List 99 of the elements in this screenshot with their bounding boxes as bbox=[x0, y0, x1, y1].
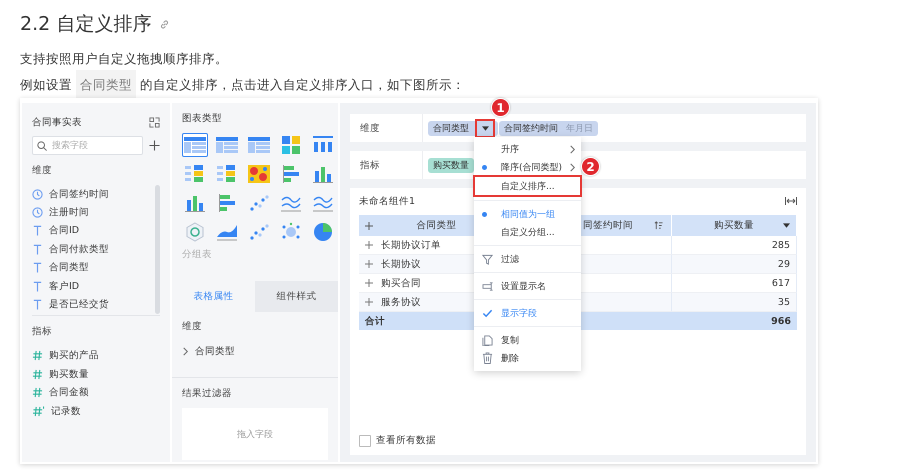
line-chart-icon bbox=[313, 194, 333, 212]
field-item[interactable]: 注册时间 bbox=[32, 203, 150, 222]
section-label: 结果过滤器 bbox=[182, 387, 233, 400]
section-label: 指标 bbox=[32, 324, 53, 338]
switch-table-icon bbox=[149, 116, 160, 128]
caret-icon bbox=[482, 126, 488, 130]
field-item[interactable]: 客户ID bbox=[32, 276, 150, 296]
inline-code: 合同类型 bbox=[76, 70, 136, 100]
text-type-icon bbox=[32, 280, 43, 292]
section-label: 维度 bbox=[32, 164, 53, 177]
add-icon bbox=[149, 140, 160, 151]
table-icon bbox=[216, 137, 238, 153]
heatmap-icon bbox=[248, 165, 270, 183]
menu-item[interactable]: 自定义排序... bbox=[474, 176, 581, 196]
paragraph: 支持按照用户自定义拖拽顺序排序。 bbox=[20, 50, 229, 68]
field-item[interactable]: 合同金额 bbox=[32, 384, 150, 402]
table-cell: 29 bbox=[672, 255, 797, 274]
field-pill[interactable]: 合同类型 bbox=[428, 120, 498, 136]
widget-title: 未命名组件1 bbox=[359, 194, 416, 208]
area-chart-icon bbox=[217, 223, 237, 241]
horizontal-bar-icon bbox=[217, 194, 237, 212]
bar-chart-icon bbox=[185, 194, 205, 212]
horizontal-bar-icon bbox=[281, 165, 301, 183]
hash-icon bbox=[32, 387, 43, 398]
line-chart-icon bbox=[281, 194, 301, 212]
fit-width-icon bbox=[785, 197, 797, 205]
search-icon bbox=[37, 140, 47, 150]
bar-chart-icon bbox=[313, 165, 333, 183]
menu-item[interactable]: 升序 bbox=[474, 140, 581, 158]
chart-type-option[interactable] bbox=[182, 133, 208, 157]
panel-tab[interactable]: 组件样式 bbox=[255, 281, 338, 312]
copy-icon bbox=[482, 334, 493, 346]
shelf-label: 指标 bbox=[350, 151, 423, 179]
tile-icon bbox=[282, 136, 300, 154]
field-item[interactable]: 合同类型 bbox=[32, 258, 150, 277]
hash-icon bbox=[32, 368, 43, 380]
text-type-icon bbox=[32, 262, 43, 274]
link-icon bbox=[159, 18, 170, 30]
scatter-icon bbox=[249, 194, 269, 212]
panel-title: 图表类型 bbox=[182, 112, 223, 125]
expand-icon bbox=[365, 241, 373, 249]
text-type-icon bbox=[32, 299, 43, 310]
total-value: 966 bbox=[672, 312, 797, 330]
scatter-icon bbox=[249, 223, 269, 241]
chart-type-caption: 分组表 bbox=[182, 248, 213, 261]
field-pill[interactable]: 购买数量 bbox=[428, 158, 474, 172]
text-type-icon bbox=[32, 225, 43, 236]
pie-chart-icon bbox=[314, 223, 332, 241]
section-label: 维度 bbox=[182, 320, 203, 333]
scrollbar[interactable] bbox=[155, 185, 160, 314]
table-icon bbox=[248, 137, 270, 153]
filter-icon bbox=[482, 254, 493, 264]
kpi-icon bbox=[313, 136, 333, 154]
column-header[interactable]: 购买数量 bbox=[672, 215, 797, 236]
label-icon bbox=[482, 280, 495, 292]
expand-icon bbox=[365, 298, 373, 306]
table-cell: 617 bbox=[672, 274, 797, 293]
map-icon bbox=[185, 222, 205, 242]
section-heading: 2.2 自定义排序 bbox=[20, 12, 152, 37]
dropdown-button[interactable] bbox=[477, 120, 493, 136]
list-icon bbox=[217, 165, 237, 183]
list-icon bbox=[185, 165, 205, 183]
search-field[interactable]: 搜索字段 bbox=[32, 136, 143, 155]
sort-icon bbox=[654, 221, 663, 230]
field-item[interactable]: 合同签约时间 bbox=[32, 185, 150, 204]
field-item[interactable]: 合同付款类型 bbox=[32, 240, 150, 259]
property-item[interactable]: 合同类型 bbox=[182, 345, 328, 358]
field-item[interactable]: 购买数量 bbox=[32, 365, 150, 384]
step-badge: 1 bbox=[491, 98, 510, 117]
paragraph-text: 例如设置 bbox=[20, 76, 72, 94]
text-type-icon bbox=[32, 244, 43, 255]
checkbox[interactable] bbox=[359, 434, 371, 446]
hash-icon bbox=[32, 350, 43, 362]
field-item[interactable]: 合同ID bbox=[32, 222, 150, 240]
clock-icon bbox=[32, 188, 43, 200]
table-cell: 285 bbox=[672, 236, 797, 255]
check-icon bbox=[482, 308, 493, 318]
menu-item[interactable]: 复制 bbox=[474, 331, 581, 349]
chevron-icon bbox=[182, 347, 189, 356]
field-item[interactable]: 记录数 bbox=[32, 402, 150, 420]
table-cell: 35 bbox=[672, 293, 797, 312]
trash-icon bbox=[482, 352, 493, 364]
table-title: 合同事实表 bbox=[32, 116, 82, 128]
hash-icon bbox=[32, 406, 45, 417]
clock-icon bbox=[32, 207, 43, 218]
field-pill[interactable]: 合同签约时间 年月日 bbox=[499, 120, 598, 136]
expand-icon bbox=[365, 279, 373, 287]
expand-icon bbox=[365, 222, 373, 230]
field-item[interactable]: 购买的产品 bbox=[32, 346, 150, 366]
field-item[interactable]: 是否已经交货 bbox=[32, 295, 150, 314]
table-icon bbox=[184, 137, 206, 153]
checkbox-label: 查看所有数据 bbox=[376, 434, 436, 447]
caret-icon bbox=[783, 223, 790, 228]
menu-item[interactable]: 降序(合同类型) bbox=[474, 158, 581, 176]
shelf-label: 维度 bbox=[350, 114, 423, 142]
paragraph-text: 的自定义排序，点击进入自定义排序入口，如下图所示： bbox=[140, 76, 465, 94]
chart-type-option[interactable] bbox=[246, 162, 272, 186]
expand-icon bbox=[365, 260, 373, 268]
menu-item[interactable]: 删除 bbox=[474, 349, 581, 367]
